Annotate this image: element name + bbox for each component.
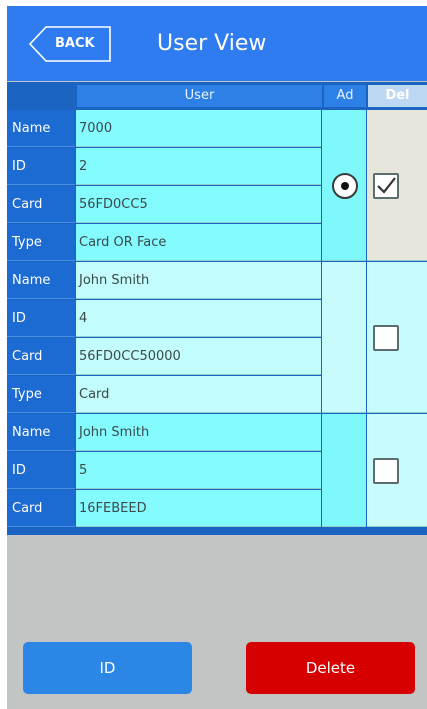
row-value: 56FD0CC5	[76, 186, 321, 223]
row-value: John Smith	[76, 414, 321, 451]
delete-checkbox[interactable]	[373, 325, 399, 351]
row-value: 16FEBEED	[76, 490, 321, 527]
row-label: Type	[7, 376, 75, 413]
column-header-user: User	[77, 85, 322, 107]
row-value: John Smith	[76, 262, 321, 299]
delete-cell[interactable]	[367, 414, 427, 527]
row-label: Name	[7, 110, 75, 147]
row-label: ID	[7, 148, 75, 185]
row-label: Card	[7, 338, 75, 375]
row-label: Type	[7, 224, 75, 261]
delete-checkbox[interactable]	[373, 458, 399, 484]
header-bar: BACK User View	[7, 6, 427, 81]
row-label: ID	[7, 452, 75, 489]
row-label: Card	[7, 490, 75, 527]
device-screen: BACK User View User Ad Del Name 7000 ID 2 Ca…	[7, 6, 427, 709]
row-value: 2	[76, 148, 321, 185]
column-header-admin: Ad	[324, 85, 366, 107]
radio-selected-dot	[341, 182, 349, 190]
checkmark-icon	[377, 177, 396, 194]
id-button[interactable]: ID	[23, 642, 192, 694]
delete-cell[interactable]	[367, 110, 427, 261]
delete-button[interactable]: Delete	[246, 642, 415, 694]
back-button[interactable]: BACK	[29, 26, 111, 62]
row-label: ID	[7, 300, 75, 337]
user-table: User Ad Del Name 7000 ID 2 Card 56FD0CC5 Type C…	[7, 82, 427, 535]
row-value: 4	[76, 300, 321, 337]
row-value: 7000	[76, 110, 321, 147]
admin-cell[interactable]	[322, 262, 366, 413]
row-value: Card OR Face	[76, 224, 321, 261]
row-label: Name	[7, 414, 75, 451]
admin-radio[interactable]	[332, 173, 358, 199]
admin-cell[interactable]	[322, 414, 366, 527]
row-value: 56FD0CC50000	[76, 338, 321, 375]
row-value: Card	[76, 376, 321, 413]
row-label: Name	[7, 262, 75, 299]
delete-checkbox[interactable]	[373, 173, 399, 199]
column-header-delete: Del	[368, 85, 427, 107]
row-value: 5	[76, 452, 321, 489]
back-button-label: BACK	[55, 36, 95, 51]
admin-cell[interactable]	[322, 110, 366, 261]
page-title: User View	[157, 31, 267, 56]
row-label: Card	[7, 186, 75, 223]
delete-cell[interactable]	[367, 262, 427, 413]
